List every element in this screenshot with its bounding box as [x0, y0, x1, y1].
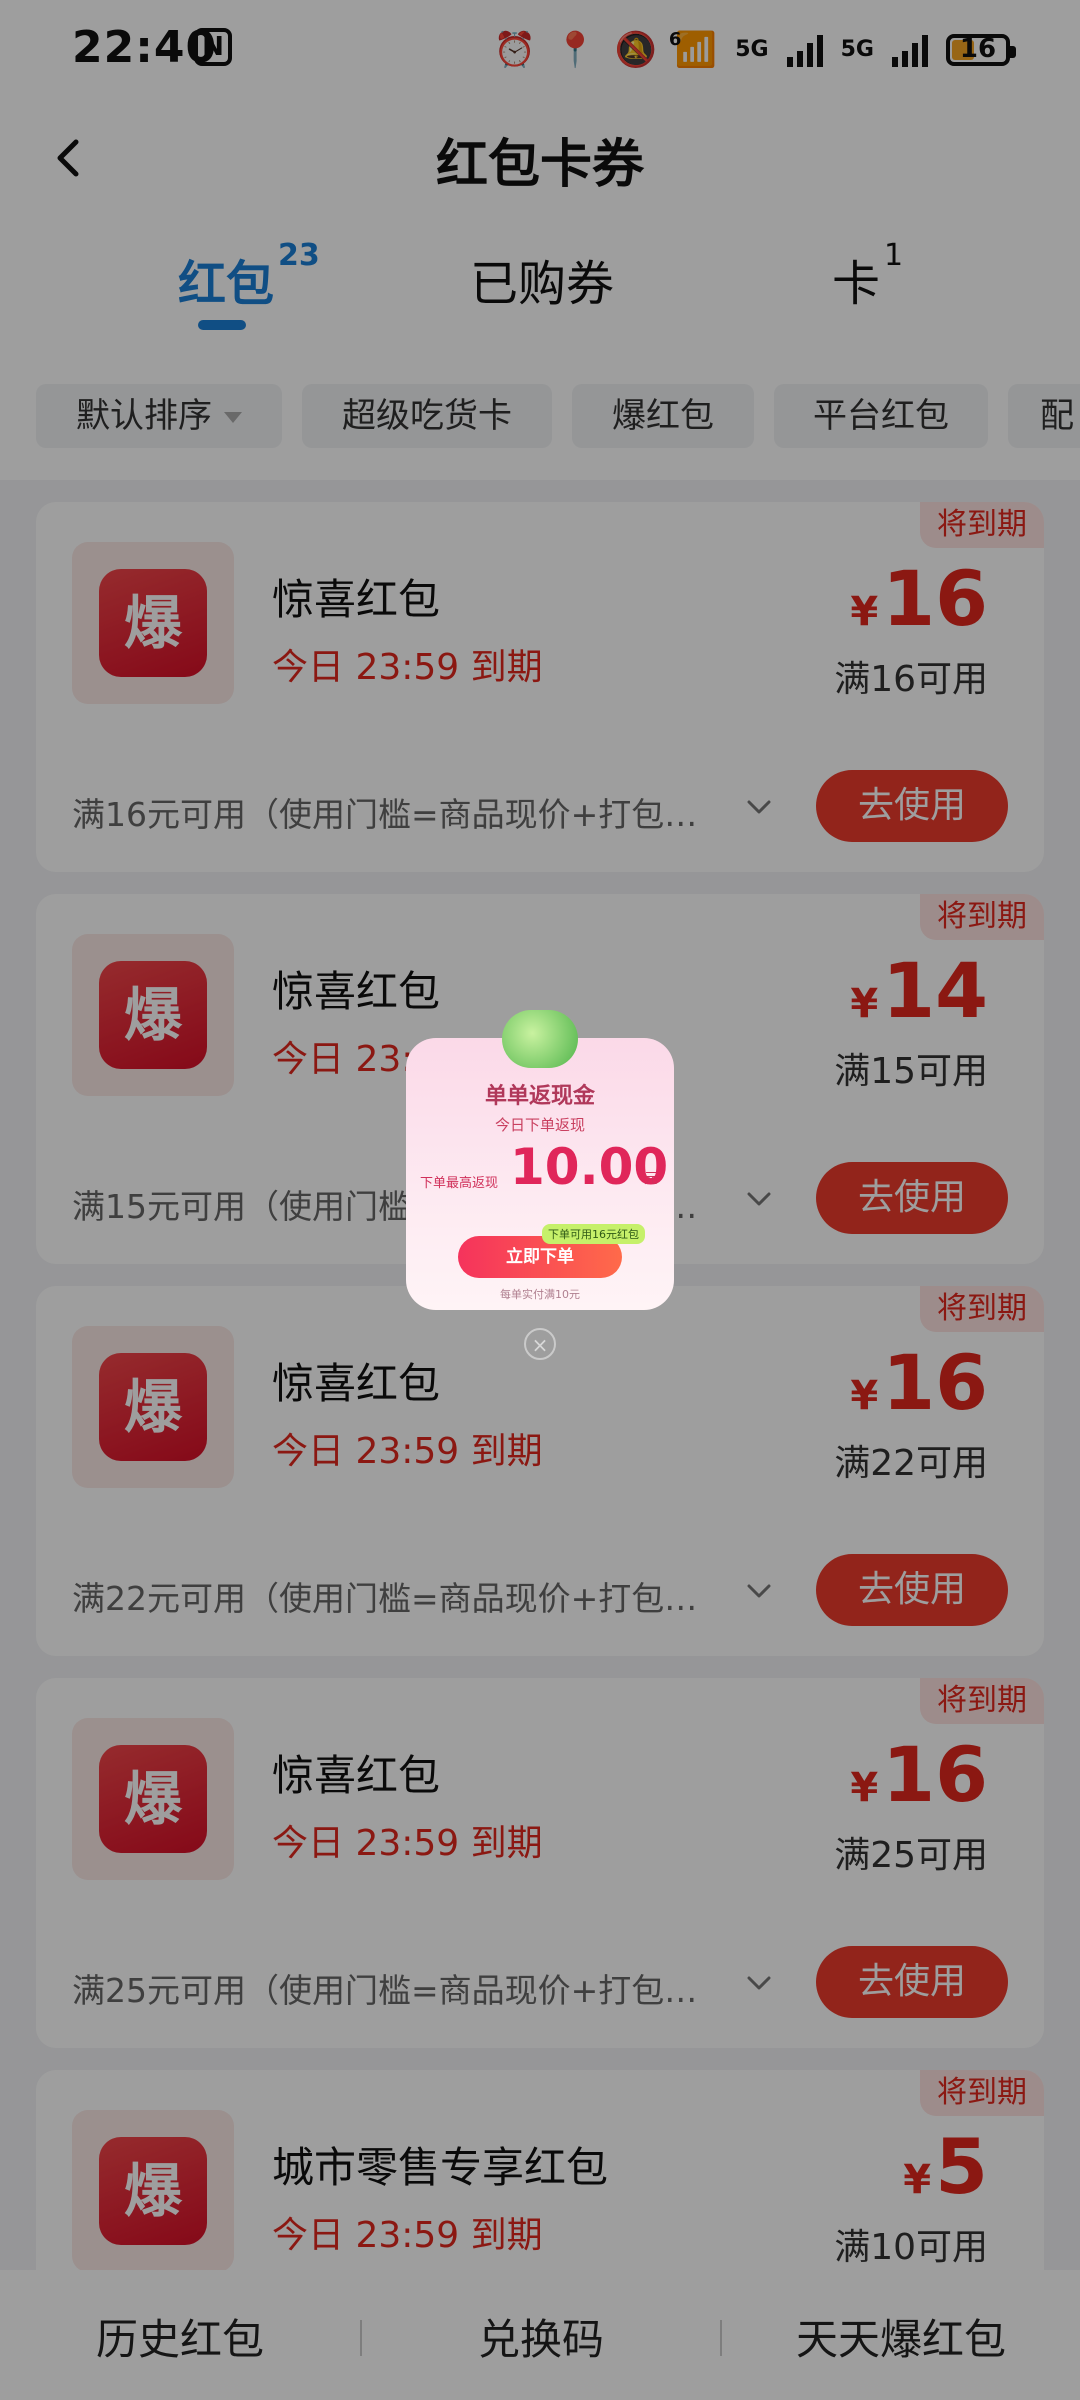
popup-subtitle: 今日下单返现: [494, 1116, 585, 1134]
popup-note: 每单实付满10元: [500, 1288, 580, 1301]
close-icon[interactable]: ×: [524, 1328, 556, 1360]
popup-amount-unit: 元: [644, 1171, 658, 1187]
popup-amount-label: 下单最高返现: [420, 1176, 499, 1191]
cashback-popup[interactable]: 单单返现金 今日下单返现 下单最高返现 10.00 元 立即下单 下单可用16元…: [406, 1010, 674, 1310]
popup-title: 单单返现金: [484, 1084, 595, 1109]
popup-tag: 下单可用16元红包: [542, 1224, 645, 1244]
coin-icon: [502, 1010, 578, 1068]
